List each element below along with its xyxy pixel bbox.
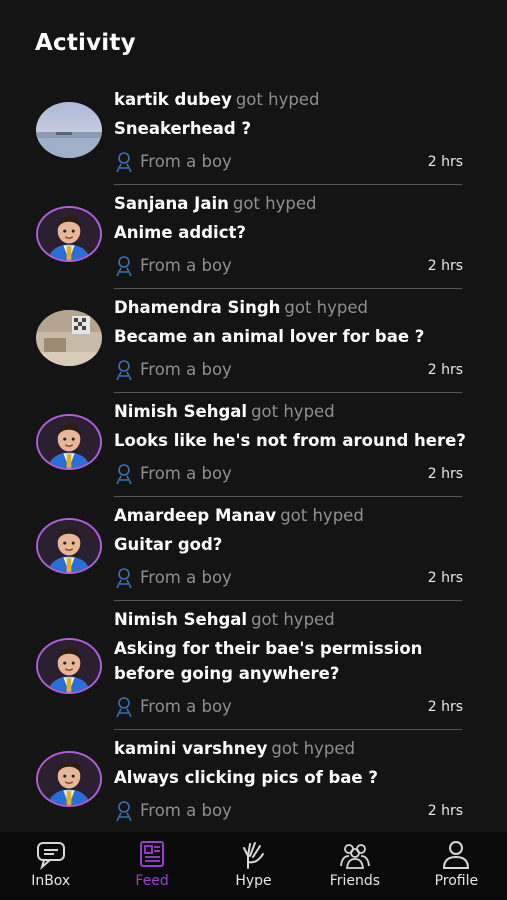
from-label: From a boy [140,697,232,716]
gender-icon [114,567,134,589]
from-label: From a boy [140,360,232,379]
bottom-navigation: InBox Feed Hype Friends Profile [0,832,507,900]
activity-item[interactable]: Nimish Sehgal got hyped Asking for their b… [0,602,507,731]
divider [114,496,462,497]
nav-label: Feed [135,873,169,889]
user-name[interactable]: kartik dubey [114,90,232,109]
hype-question: Anime addict? [114,223,246,242]
activity-headline: Nimish Sehgal got hyped [114,402,335,421]
activity-item[interactable]: Sanjana Jain got hyped Anime addict? From … [0,186,507,290]
avatar[interactable] [36,102,102,158]
divider [114,184,462,185]
nav-label: Profile [434,873,479,889]
nav-profile[interactable]: Profile [406,832,507,900]
timestamp: 2 hrs [427,154,463,170]
divider [114,392,462,393]
feed-icon [135,840,169,870]
activity-meta: From a boy 2 hrs [114,150,464,174]
activity-action: got hyped [271,739,355,758]
hype-question: Looks like he's not from around here? [114,431,466,450]
activity-action: got hyped [251,402,335,421]
timestamp: 2 hrs [427,570,463,586]
activity-action: got hyped [251,610,335,629]
timestamp: 2 hrs [427,362,463,378]
user-name[interactable]: Nimish Sehgal [114,610,247,629]
hype-question: Always clicking pics of bae ? [114,768,378,787]
nav-friends[interactable]: Friends [304,832,405,900]
activity-headline: Dhamendra Singh got hyped [114,298,368,317]
hype-question: Became an animal lover for bae ? [114,327,425,346]
friends-icon [338,840,372,870]
user-name[interactable]: Nimish Sehgal [114,402,247,421]
nav-feed[interactable]: Feed [101,832,202,900]
from-label: From a boy [140,464,232,483]
divider [114,729,462,730]
avatar[interactable] [36,206,102,262]
activity-item[interactable]: kamini varshney got hyped Always clicking … [0,731,507,835]
activity-headline: kamini varshney got hyped [114,739,355,758]
nav-label: InBox [31,873,71,889]
avatar[interactable] [36,638,102,694]
user-name[interactable]: Dhamendra Singh [114,298,280,317]
activity-meta: From a boy 2 hrs [114,695,464,719]
avatar[interactable] [36,310,102,366]
page-title: Activity [35,30,136,56]
activity-screen: Activity kartik dubey got hyped Sneakerhea… [0,0,507,900]
divider [114,288,462,289]
gender-icon [114,359,134,381]
divider [114,600,462,601]
activity-headline: kartik dubey got hyped [114,90,319,109]
gender-icon [114,800,134,822]
activity-item[interactable]: Dhamendra Singh got hyped Became an animal… [0,290,507,394]
timestamp: 2 hrs [427,803,463,819]
activity-item[interactable]: kartik dubey got hyped Sneakerhead ? From … [0,82,507,186]
gender-icon [114,696,134,718]
timestamp: 2 hrs [427,699,463,715]
activity-headline: Sanjana Jain got hyped [114,194,316,213]
activity-action: got hyped [280,506,364,525]
avatar[interactable] [36,751,102,807]
user-name[interactable]: kamini varshney [114,739,267,758]
activity-action: got hyped [284,298,368,317]
from-label: From a boy [140,801,232,820]
nav-label: Hype [235,873,272,889]
gender-icon [114,255,134,277]
profile-icon [439,840,473,870]
timestamp: 2 hrs [427,466,463,482]
activity-meta: From a boy 2 hrs [114,254,464,278]
nav-label: Friends [329,873,381,889]
activity-item[interactable]: Nimish Sehgal got hyped Looks like he's no… [0,394,507,498]
timestamp: 2 hrs [427,258,463,274]
activity-meta: From a boy 2 hrs [114,358,464,382]
hype-question: Asking for their bae's permission before… [114,639,423,683]
activity-meta: From a boy 2 hrs [114,799,464,823]
from-label: From a boy [140,256,232,275]
hype-question: Guitar god? [114,535,223,554]
activity-meta: From a boy 2 hrs [114,462,464,486]
activity-item[interactable]: Amardeep Manav got hyped Guitar god? From … [0,498,507,602]
user-name[interactable]: Sanjana Jain [114,194,229,213]
from-label: From a boy [140,152,232,171]
gender-icon [114,463,134,485]
nav-hype[interactable]: Hype [203,832,304,900]
avatar[interactable] [36,518,102,574]
inbox-chat-icon [34,840,68,870]
activity-action: got hyped [232,194,317,213]
avatar[interactable] [36,414,102,470]
activity-meta: From a boy 2 hrs [114,566,464,590]
from-label: From a boy [140,568,232,587]
nav-inbox[interactable]: InBox [0,832,101,900]
gender-icon [114,151,134,173]
hype-hand-icon [237,840,271,870]
user-name[interactable]: Amardeep Manav [114,506,276,525]
activity-headline: Amardeep Manav got hyped [114,506,364,525]
activity-action: got hyped [235,90,320,109]
activity-headline: Nimish Sehgal got hyped [114,610,335,629]
hype-question: Sneakerhead ? [114,119,252,138]
